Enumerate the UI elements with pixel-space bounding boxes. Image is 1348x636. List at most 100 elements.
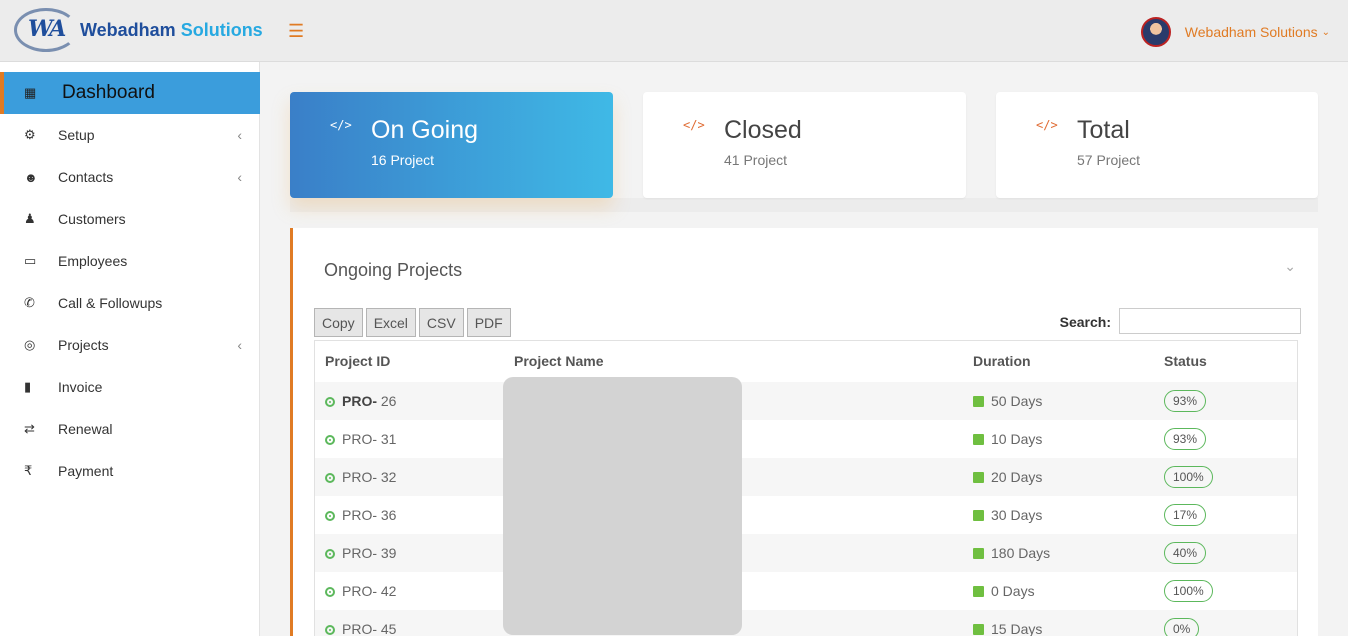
project-id-prefix: PRO- xyxy=(342,583,377,599)
table-row[interactable]: PRO- 45 15 Days 0% xyxy=(315,610,1297,636)
sidebar-item-label: Renewal xyxy=(58,421,113,437)
table-row[interactable]: PRO- 26 50 Days 93% xyxy=(315,382,1297,420)
file-icon: ▮ xyxy=(24,379,32,394)
calendar-icon xyxy=(973,472,984,483)
chevron-down-icon[interactable]: ⌄ xyxy=(1322,27,1330,38)
brand-word-1: Webadham xyxy=(80,20,176,40)
expand-circle-icon[interactable] xyxy=(325,625,335,635)
sidebar-item-renewal[interactable]: ⇄ Renewal xyxy=(0,408,260,450)
duration-value: 10 Days xyxy=(991,431,1043,447)
project-id-prefix: PRO- xyxy=(342,469,377,485)
duration: 20 Days xyxy=(973,469,1042,485)
expand-circle-icon[interactable] xyxy=(325,587,335,597)
sidebar-item-projects[interactable]: ◎ Projects ‹ xyxy=(0,324,260,366)
table-row[interactable]: PRO- 39 180 Days 40% xyxy=(315,534,1297,572)
chevron-down-icon[interactable]: ⌄ xyxy=(1284,258,1296,275)
project-id: PRO- 31 xyxy=(325,431,396,447)
logo-mark: WA xyxy=(28,16,66,42)
status-badge: 93% xyxy=(1164,428,1207,450)
panel-title: Ongoing Projects xyxy=(324,260,463,280)
status-badge: 17% xyxy=(1164,504,1207,526)
search-input[interactable] xyxy=(1119,308,1301,334)
sidebar-item-employees[interactable]: ▭ Employees xyxy=(0,240,260,282)
duration-value: 180 Days xyxy=(991,545,1051,561)
sidebar-item-contacts[interactable]: ☻ Contacts ‹ xyxy=(0,156,260,198)
project-id: PRO- 39 xyxy=(325,545,396,561)
total-card[interactable]: </> Total 57 Project xyxy=(996,92,1318,198)
top-header: WA Webadham Solutions ☰ Webadham Solutio… xyxy=(0,0,1348,62)
duration: 180 Days xyxy=(973,545,1050,561)
sidebar-item-setup[interactable]: ⚙ Setup ‹ xyxy=(0,114,260,156)
table-row[interactable]: PRO- 36 30 Days 17% xyxy=(315,496,1297,534)
column-header-duration[interactable]: Duration xyxy=(973,353,1031,369)
calendar-icon xyxy=(973,624,984,635)
sidebar-item-label: Dashboard xyxy=(62,82,155,103)
expand-circle-icon[interactable] xyxy=(325,473,335,483)
sidebar-item-payment[interactable]: ₹ Payment xyxy=(0,450,260,492)
duration-value: 50 Days xyxy=(991,393,1043,409)
sidebar-item-call-followups[interactable]: ✆ Call & Followups xyxy=(0,282,260,324)
code-icon: </> xyxy=(683,118,705,132)
ongoing-projects-panel: Ongoing Projects ⌄ Copy Excel CSV PDF Se… xyxy=(290,228,1318,636)
column-header-project-id[interactable]: Project ID xyxy=(325,353,390,369)
projects-table: Project ID Project Name Duration Status … xyxy=(314,340,1298,636)
status-badge: 93% xyxy=(1164,390,1207,412)
card-title: Total xyxy=(1077,116,1130,144)
table-row[interactable]: PRO- 42 0 Days 100% xyxy=(315,572,1297,610)
project-id-prefix: PRO- xyxy=(342,621,377,636)
csv-button[interactable]: CSV xyxy=(418,308,464,337)
project-id-prefix: PRO- xyxy=(342,393,377,409)
card-count: 57 Project xyxy=(1077,152,1141,168)
sidebar-item-label: Customers xyxy=(58,211,126,227)
calendar-icon xyxy=(973,586,984,597)
project-id-number: 31 xyxy=(377,431,397,447)
table-row[interactable]: PRO- 32 20 Days 100% xyxy=(315,458,1297,496)
closed-card[interactable]: </> Closed 41 Project xyxy=(643,92,966,198)
card-count: 41 Project xyxy=(724,152,788,168)
gear-icon: ⚙ xyxy=(24,127,36,142)
status-badge: 0% xyxy=(1164,618,1200,636)
avatar[interactable] xyxy=(1140,17,1171,47)
brand-name: Webadham Solutions xyxy=(80,20,263,41)
project-id: PRO- 36 xyxy=(325,507,396,523)
card-title: On Going xyxy=(371,116,479,144)
sidebar-item-label: Call & Followups xyxy=(58,295,163,311)
status-badge: 40% xyxy=(1164,542,1207,564)
project-id-number: 45 xyxy=(377,621,397,636)
project-id-prefix: PRO- xyxy=(342,431,377,447)
hamburger-icon[interactable]: ☰ xyxy=(288,22,304,40)
project-id-prefix: PRO- xyxy=(342,545,377,561)
excel-button[interactable]: Excel xyxy=(365,308,416,337)
expand-circle-icon[interactable] xyxy=(325,397,335,407)
user-menu[interactable]: Webadham Solutions ⌄ xyxy=(1140,16,1330,48)
table-row[interactable]: PRO- 31 10 Days 93% xyxy=(315,420,1297,458)
ongoing-card[interactable]: </> On Going 16 Project xyxy=(290,92,613,198)
expand-circle-icon[interactable] xyxy=(325,549,335,559)
copy-button[interactable]: Copy xyxy=(314,308,363,337)
sidebar-item-label: Invoice xyxy=(58,379,103,395)
brand-logo[interactable]: WA Webadham Solutions xyxy=(14,6,264,54)
column-header-status[interactable]: Status xyxy=(1164,353,1207,369)
expand-circle-icon[interactable] xyxy=(325,511,335,521)
sidebar-item-invoice[interactable]: ▮ Invoice xyxy=(0,366,260,408)
calendar-icon xyxy=(973,434,984,445)
project-id-number: 32 xyxy=(377,469,397,485)
retweet-icon: ⇄ xyxy=(24,421,35,436)
expand-circle-icon[interactable] xyxy=(325,435,335,445)
user-name[interactable]: Webadham Solutions xyxy=(1185,24,1318,40)
rupee-icon: ₹ xyxy=(24,463,33,478)
status: 93% xyxy=(1164,390,1207,412)
users-icon: ☻ xyxy=(24,169,38,185)
sidebar-item-label: Employees xyxy=(58,253,128,269)
column-header-project-name[interactable]: Project Name xyxy=(514,353,603,369)
calendar-icon xyxy=(973,510,984,521)
chevron-left-icon: ‹ xyxy=(237,127,242,143)
duration-value: 20 Days xyxy=(991,469,1043,485)
redacted-project-names xyxy=(503,377,742,635)
sidebar-item-dashboard[interactable]: ▦ Dashboard xyxy=(0,72,260,114)
project-id-number: 36 xyxy=(377,507,397,523)
pdf-button[interactable]: PDF xyxy=(466,308,511,337)
project-id-number: 39 xyxy=(377,545,397,561)
duration: 30 Days xyxy=(973,507,1042,523)
sidebar-item-customers[interactable]: ♟ Customers xyxy=(0,198,260,240)
